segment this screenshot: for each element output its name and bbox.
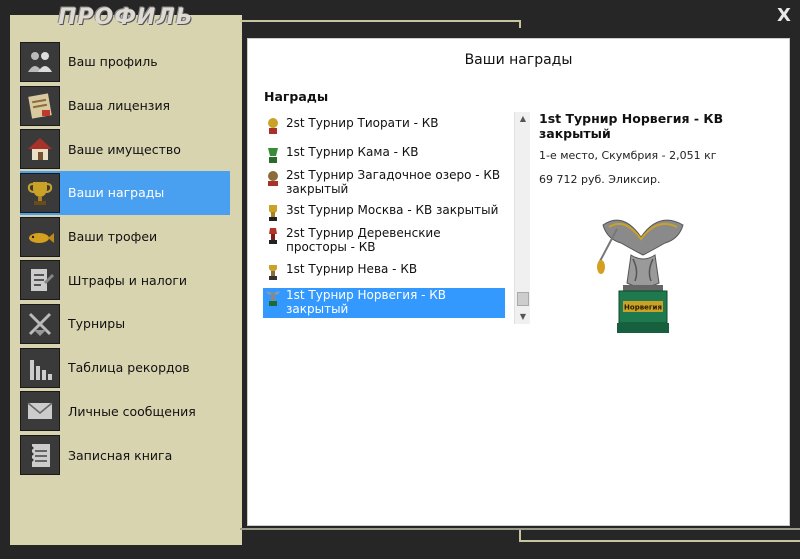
sidebar-item-label: Турниры	[68, 316, 126, 332]
list-item[interactable]: 1st Турнир Кама - КВ	[263, 145, 505, 165]
scroll-up-icon[interactable]: ▲	[515, 112, 531, 126]
swords-icon	[20, 303, 60, 344]
sidebar-item-notebook[interactable]: Записная книга	[20, 433, 230, 477]
award-detail-title: 1st Турнир Норвегия - КВ закрытый	[539, 111, 724, 141]
sidebar-item-label: Таблица рекордов	[68, 360, 190, 376]
trophy-icon	[20, 172, 60, 213]
decor-line	[519, 20, 521, 28]
document-icon	[20, 260, 60, 301]
sidebar-item-label: Ваши награды	[68, 185, 165, 201]
close-button[interactable]: X	[776, 7, 792, 25]
decor-line	[520, 540, 800, 542]
sidebar-menu: Ваш профиль Ваша лицензия Ваше имущество…	[20, 40, 230, 477]
list-item[interactable]: 1st Турнир Норвегия - КВ закрытый	[263, 288, 505, 318]
medal-icon	[269, 265, 277, 280]
award-label: 2st Турнир Деревенские просторы - КВ	[286, 226, 441, 254]
scroll-thumb[interactable]	[517, 292, 529, 306]
sidebar-item-trophies[interactable]: Ваши трофеи	[20, 215, 230, 259]
medal-icon	[266, 291, 280, 306]
house-icon	[20, 129, 60, 170]
list-item[interactable]: 2st Турнир Загадочное озеро - КВ закрыты…	[263, 168, 505, 196]
bar-chart-icon	[20, 347, 60, 388]
list-item[interactable]: 2st Турнир Деревенские просторы - КВ	[263, 226, 505, 254]
award-detail-prize: 69 712 руб. Эликсир.	[539, 173, 661, 186]
sidebar-item-label: Записная книга	[68, 447, 173, 463]
decor-line	[519, 530, 521, 542]
sidebar-item-label: Ваши трофеи	[68, 229, 158, 245]
award-label: 2st Турнир Тиорати - КВ	[286, 116, 439, 130]
award-label: 1st Турнир Кама - КВ	[286, 145, 419, 159]
sidebar-item-license[interactable]: Ваша лицензия	[20, 84, 230, 128]
award-detail-result: 1-е место, Скумбрия - 2,051 кг	[539, 149, 717, 162]
sidebar-item-awards[interactable]: Ваши награды	[20, 171, 230, 215]
medal-icon	[269, 228, 277, 244]
medal-icon	[269, 205, 277, 221]
scroll-down-icon[interactable]: ▼	[515, 310, 531, 324]
fish-icon	[20, 216, 60, 257]
sidebar-item-label: Личные сообщения	[68, 403, 196, 419]
scrollbar[interactable]: ▲ ▼	[514, 112, 530, 324]
sidebar-item-fines[interactable]: Штрафы и налоги	[20, 258, 230, 302]
award-label: 3st Турнир Москва - КВ закрытый	[286, 203, 499, 217]
awards-panel: Ваши награды Награды 2st Турнир Тиорати …	[247, 38, 790, 526]
sidebar-item-label: Ваш профиль	[68, 54, 158, 70]
trophy-image: Норвегия	[597, 219, 684, 333]
decor-line	[240, 20, 520, 22]
list-item[interactable]: 1st Турнир Нева - КВ	[263, 262, 505, 282]
award-label: 2st Турнир Загадочное озеро - КВ закрыты…	[286, 168, 501, 196]
medal-icon	[268, 118, 278, 134]
window-title: ПРОФИЛЬ	[58, 5, 194, 30]
sidebar-item-messages[interactable]: Личные сообщения	[20, 390, 230, 434]
users-icon	[20, 41, 60, 82]
list-item[interactable]: 3st Турнир Москва - КВ закрытый	[263, 203, 505, 223]
sidebar-item-profile[interactable]: Ваш профиль	[20, 40, 230, 84]
sidebar-item-label: Ваше имущество	[68, 141, 181, 157]
sidebar-item-tournaments[interactable]: Турниры	[20, 302, 230, 346]
list-item[interactable]: 2st Турнир Тиорати - КВ	[263, 116, 505, 136]
envelope-icon	[20, 391, 60, 432]
license-icon	[20, 85, 60, 126]
medal-icon	[268, 171, 278, 186]
awards-list[interactable]: 2st Турнир Тиорати - КВ 1st Турнир Кама …	[263, 112, 529, 324]
sidebar-item-label: Ваша лицензия	[68, 98, 171, 114]
trophy-plate-text: Норвегия	[624, 304, 662, 312]
sidebar-item-records[interactable]: Таблица рекордов	[20, 346, 230, 390]
award-label: 1st Турнир Норвегия - КВ закрытый	[286, 288, 447, 316]
awards-heading: Награды	[264, 89, 329, 104]
page-title: Ваши награды	[464, 52, 573, 68]
sidebar-item-property[interactable]: Ваше имущество	[20, 127, 230, 171]
notebook-icon	[20, 435, 60, 476]
sidebar-item-label: Штрафы и налоги	[68, 272, 188, 288]
medal-icon	[268, 148, 278, 163]
award-label: 1st Турнир Нева - КВ	[286, 262, 418, 276]
